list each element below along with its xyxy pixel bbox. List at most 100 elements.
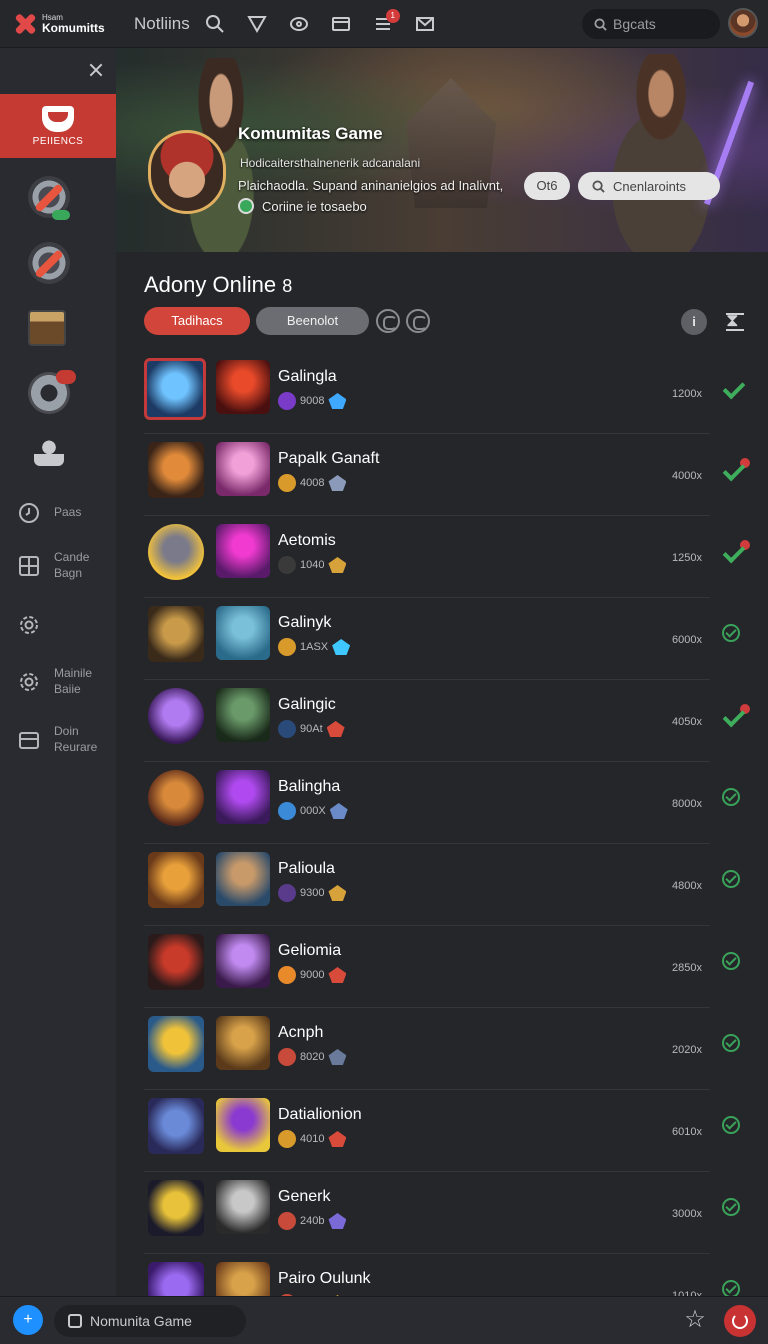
game-row[interactable]: Generk 240b 3000x (144, 1172, 740, 1254)
chip-active[interactable]: Tadihacs (144, 307, 250, 335)
gem-icon (328, 1049, 347, 1065)
game-row[interactable]: Datialionion 4010 6010x (144, 1090, 740, 1172)
game-row[interactable]: Aetomis 1040 1250x (144, 516, 750, 598)
menu-icon[interactable]: 1 (372, 8, 400, 35)
checkmark-icon[interactable] (722, 1198, 740, 1216)
logo-title: Komumitts (42, 20, 105, 35)
checkmark-icon[interactable] (722, 788, 740, 806)
game-cover[interactable] (216, 852, 270, 906)
game-name[interactable]: Palioula (278, 860, 335, 878)
game-thumbnail[interactable] (148, 934, 204, 990)
badge-icon (278, 556, 296, 574)
game-name[interactable]: Generk (278, 1188, 330, 1206)
mail-icon[interactable] (414, 13, 436, 35)
game-player-count: 1200x (672, 388, 702, 400)
checkmark-icon[interactable] (722, 624, 740, 642)
sidebar-item-active[interactable]: PEIIENCS (0, 94, 116, 158)
banner-small-button[interactable]: Ot6 (524, 172, 570, 200)
user-icon[interactable] (34, 436, 64, 466)
add-button[interactable]: + (13, 1305, 43, 1335)
game-name[interactable]: Galingla (278, 368, 337, 386)
game-cover[interactable] (216, 688, 270, 742)
game-cover[interactable] (216, 1016, 270, 1070)
game-cover[interactable] (216, 1098, 270, 1152)
sidebar-game-icon-3[interactable] (28, 310, 66, 346)
banner-search-button[interactable]: Cnenlaroints (578, 172, 720, 200)
search-icon[interactable] (204, 13, 226, 35)
bottom-bar: + Nomunita Game ☆ (0, 1296, 768, 1344)
power-icon[interactable] (724, 1305, 756, 1337)
game-row[interactable]: Papalk Ganaft 4008 4000x (144, 434, 750, 516)
game-meta-value: 1ASX (300, 641, 329, 653)
checkmark-icon[interactable] (722, 704, 750, 726)
game-row[interactable]: Palioula 9300 4800x (144, 844, 740, 926)
game-thumbnail[interactable] (144, 358, 206, 420)
game-name[interactable]: Aetomis (278, 532, 336, 550)
game-cover[interactable] (216, 934, 270, 988)
game-thumbnail[interactable] (148, 688, 204, 744)
game-row[interactable]: Acnph 8020 2020x (144, 1008, 740, 1090)
star-icon[interactable]: ☆ (682, 1307, 708, 1333)
game-row[interactable]: Galinyk 1ASX 6000x (144, 598, 740, 680)
refresh-icon[interactable] (376, 309, 400, 333)
checkmark-icon[interactable] (722, 380, 744, 398)
filter-icon[interactable] (246, 13, 268, 35)
game-name[interactable]: Acnph (278, 1024, 323, 1042)
top-search-field[interactable]: Bgcats (582, 9, 720, 39)
game-row[interactable]: Geliomia 9000 2850x (144, 926, 740, 1008)
game-row[interactable]: Balingha 000X 8000x (144, 762, 740, 844)
sidebar-item-settings[interactable] (16, 612, 54, 638)
gear-icon (16, 669, 42, 695)
game-player-count: 4050x (672, 716, 702, 728)
checkmark-icon[interactable] (722, 1034, 740, 1052)
checkmark-icon[interactable] (722, 1116, 740, 1134)
game-thumbnail[interactable] (148, 606, 204, 662)
sidebar-game-icon-2[interactable] (28, 242, 70, 284)
game-cover[interactable] (216, 442, 270, 496)
game-meta-value: 4010 (300, 1133, 325, 1145)
nav-notifications-link[interactable]: Notliins (134, 14, 190, 34)
sidebar-item-paas[interactable]: Paas (16, 500, 81, 526)
game-cover[interactable] (216, 1180, 270, 1234)
community-avatar[interactable] (148, 130, 226, 214)
game-name[interactable]: Datialionion (278, 1106, 362, 1124)
user-avatar[interactable] (728, 8, 758, 38)
game-name[interactable]: Galinyk (278, 614, 331, 632)
close-icon[interactable] (88, 62, 104, 78)
card-icon[interactable] (330, 13, 352, 35)
app-logo[interactable]: Hsam Komumitts (0, 13, 116, 35)
online-text: Coriine ie tosaebo (262, 198, 367, 214)
game-thumbnail[interactable] (148, 524, 204, 580)
game-name[interactable]: Pairo Oulunk (278, 1270, 371, 1288)
chip-inactive[interactable]: Beenolot (256, 307, 369, 335)
chat-icon[interactable] (288, 13, 310, 35)
reload-icon[interactable] (406, 309, 430, 333)
game-row[interactable]: Galingic 90At 4050x (144, 680, 750, 762)
checkmark-icon[interactable] (722, 540, 750, 562)
checkmark-icon[interactable] (722, 952, 740, 970)
sidebar-item-mainile[interactable]: Mainile Baiie (16, 666, 92, 697)
hourglass-icon[interactable] (726, 310, 744, 331)
community-input[interactable]: Nomunita Game (54, 1305, 246, 1337)
sidebar-item-cande[interactable]: Cande Bagn (16, 550, 89, 581)
game-thumbnail[interactable] (148, 770, 204, 826)
game-row[interactable]: Galingla 9008 1200x (144, 352, 710, 434)
sidebar-active-label: PEIIENCS (32, 135, 84, 147)
game-thumbnail[interactable] (148, 1016, 204, 1072)
game-thumbnail[interactable] (148, 442, 204, 498)
checkmark-icon[interactable] (722, 458, 750, 480)
game-name[interactable]: Galingic (278, 696, 336, 714)
game-name[interactable]: Balingha (278, 778, 340, 796)
checkmark-icon[interactable] (722, 870, 740, 888)
game-thumbnail[interactable] (148, 1098, 204, 1154)
game-name[interactable]: Papalk Ganaft (278, 450, 379, 468)
game-thumbnail[interactable] (148, 852, 204, 908)
sidebar-item-doin[interactable]: Doin Reurare (16, 724, 97, 755)
game-cover[interactable] (216, 770, 270, 824)
game-name[interactable]: Geliomia (278, 942, 341, 960)
game-cover[interactable] (216, 524, 270, 578)
game-cover[interactable] (216, 606, 270, 660)
game-cover[interactable] (216, 360, 270, 414)
game-thumbnail[interactable] (148, 1180, 204, 1236)
info-icon[interactable]: i (681, 309, 707, 335)
